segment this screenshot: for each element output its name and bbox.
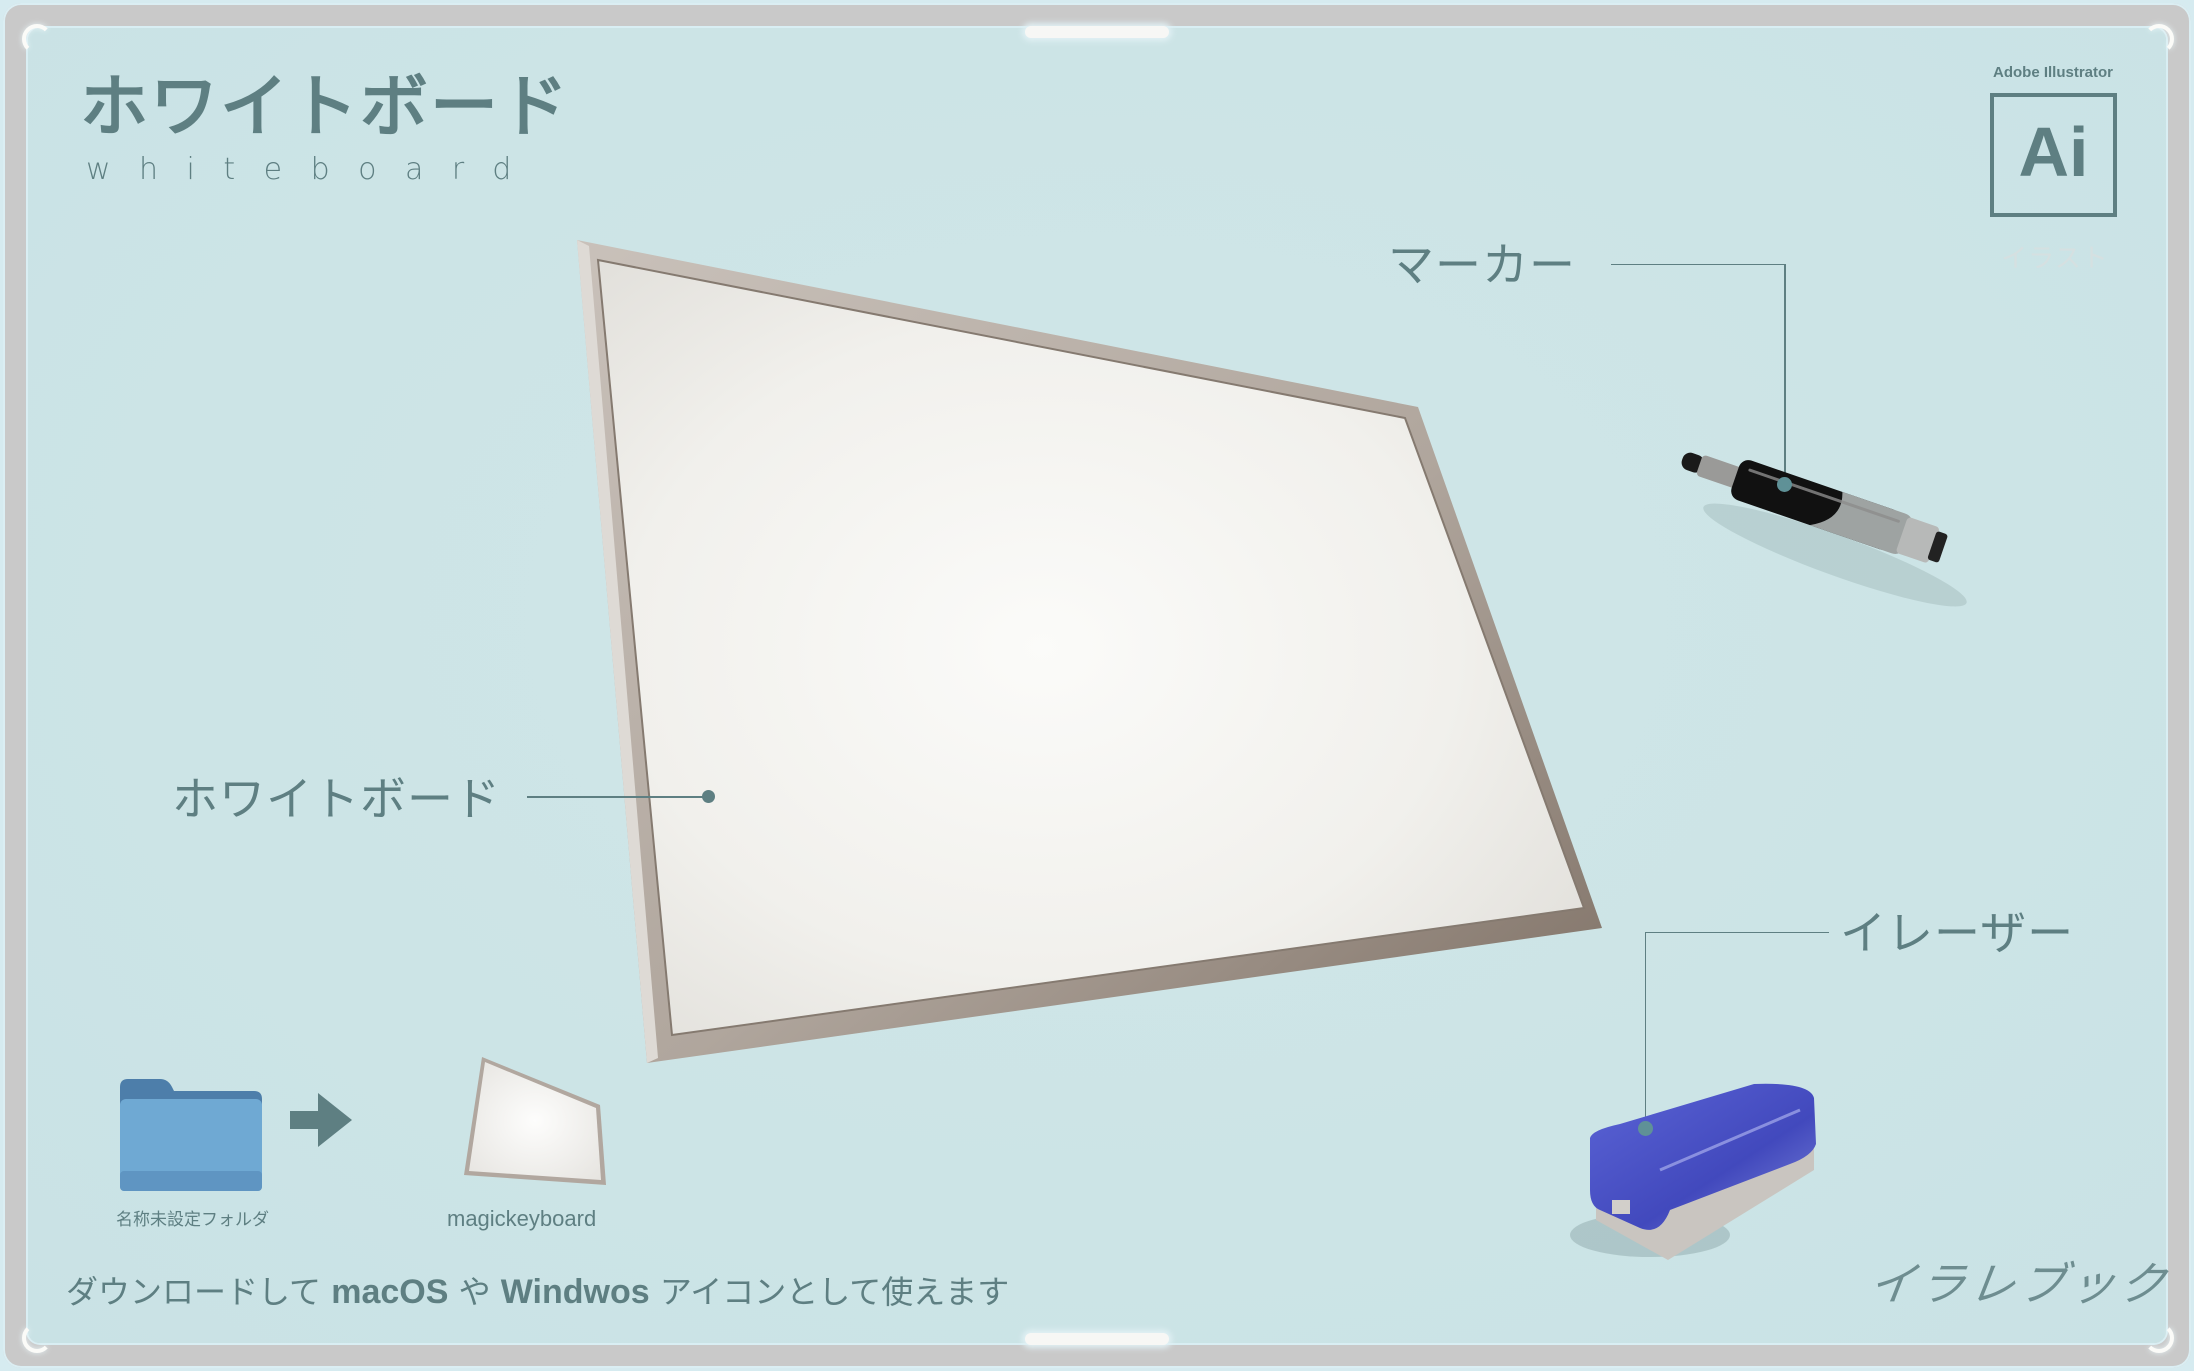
eraser-label: イレーザー [1840, 906, 2075, 960]
marker-leader-horizontal [1611, 264, 1785, 265]
footer-os-windows: Windwos [500, 1273, 650, 1311]
whiteboard-illustration [577, 240, 1602, 1063]
site-logo: イラレブック [1865, 1257, 2174, 1311]
whiteboard-surface [596, 258, 1586, 1037]
footer-prefix: ダウンロードして [66, 1273, 332, 1311]
folder-caption: 名称未設定フォルダ [116, 1210, 269, 1230]
eraser-illustration [1570, 1083, 1816, 1260]
footer-os-mac: macOS [331, 1273, 449, 1311]
marker-illustration [1681, 452, 1967, 607]
footer-suffix: アイコンとして使えます [649, 1273, 1010, 1311]
whiteboard-leader-line [527, 796, 707, 798]
footer-mid: や [448, 1273, 501, 1311]
eraser-label-plate [1612, 1200, 1630, 1214]
marker-label: マーカー [1388, 238, 1576, 292]
whiteboard-icon [464, 1057, 606, 1185]
folder-icon [120, 1079, 262, 1191]
marker-leader-dot [1777, 477, 1792, 492]
whiteboard-label: ホワイトボード [172, 772, 501, 826]
eraser-leader-horizontal [1645, 932, 1829, 933]
result-caption: magickeyboard [447, 1206, 597, 1231]
whiteboard-leader-dot [702, 790, 715, 803]
right-arrow-icon [290, 1093, 352, 1147]
eraser-leader-dot [1638, 1121, 1653, 1136]
footer-note: ダウンロードして macOS や Windwos アイコンとして使えます [66, 1275, 1009, 1309]
